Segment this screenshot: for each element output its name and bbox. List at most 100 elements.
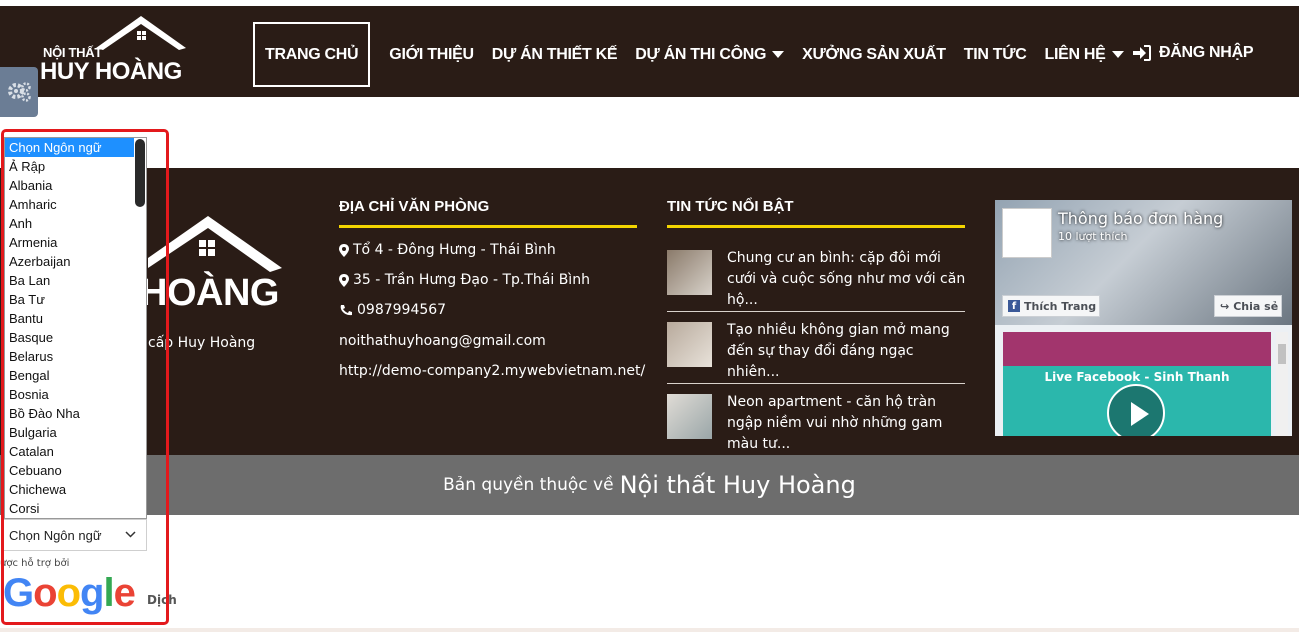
- google-logo[interactable]: Google: [3, 569, 136, 617]
- play-icon[interactable]: [1107, 384, 1165, 436]
- phone-line[interactable]: 0987994567: [339, 302, 446, 318]
- main-nav: TRANG CHỦ GIỚI THIỆU DỰ ÁN THIẾT KẾ DỰ Á…: [253, 22, 1142, 87]
- translate-link[interactable]: Dịch: [147, 593, 177, 607]
- language-option[interactable]: Belarus: [5, 347, 146, 366]
- nav-item-news[interactable]: TIN TỨC: [964, 46, 1027, 64]
- address-text: Tổ 4 - Đông Hưng - Thái Bình: [353, 242, 556, 258]
- nav-item-workshop[interactable]: XƯỞNG SẢN XUẤT: [802, 46, 946, 64]
- language-option[interactable]: Bulgaria: [5, 423, 146, 442]
- language-option[interactable]: Chọn Ngôn ngữ: [5, 138, 146, 157]
- website-line[interactable]: http://demo-company2.mywebvietnam.net/: [339, 363, 645, 379]
- facebook-share-button[interactable]: ↪ Chia sẻ: [1214, 295, 1282, 317]
- language-option[interactable]: Bosnia: [5, 385, 146, 404]
- language-option[interactable]: Albania: [5, 176, 146, 195]
- map-marker-icon: [339, 243, 349, 257]
- language-option[interactable]: Bantu: [5, 309, 146, 328]
- language-option[interactable]: Amharic: [5, 195, 146, 214]
- nav-item-design-projects[interactable]: DỰ ÁN THIẾT KẾ: [492, 46, 618, 64]
- website-text: http://demo-company2.mywebvietnam.net/: [339, 363, 646, 379]
- address-underline: [339, 225, 637, 228]
- language-list-scrollbar[interactable]: [134, 138, 146, 518]
- language-option[interactable]: Azerbaijan: [5, 252, 146, 271]
- language-option[interactable]: Bengal: [5, 366, 146, 385]
- address-text: 35 - Trần Hưng Đạo - Tp.Thái Bình: [353, 272, 590, 288]
- news-thumbnail[interactable]: [667, 322, 712, 367]
- news-item[interactable]: Tạo nhiều không gian mở mang đến sự thay…: [667, 322, 965, 383]
- share-label: Chia sẻ: [1233, 299, 1279, 313]
- address-title: ĐỊA CHỈ VĂN PHÒNG: [339, 198, 490, 215]
- copyright-bar: Bản quyền thuộc về Nội thất Huy Hoàng: [0, 455, 1299, 515]
- logo-big-text: HUY HOÀNG: [40, 58, 182, 85]
- nav-item-construction-projects[interactable]: DỰ ÁN THI CÔNG: [635, 46, 785, 64]
- nav-item-about[interactable]: GIỚI THIỆU: [389, 46, 474, 64]
- language-option[interactable]: Cebuano: [5, 461, 146, 480]
- like-label: Thích Trang: [1024, 299, 1097, 313]
- nav-item-contact[interactable]: LIÊN HỆ: [1044, 45, 1124, 64]
- news-separator: [667, 383, 965, 384]
- facebook-video[interactable]: Live Facebook - Sinh Thanh: [1003, 332, 1271, 436]
- news-text[interactable]: Neon apartment - căn hộ tràn ngập niềm v…: [727, 392, 967, 455]
- language-option[interactable]: Ả Rập: [5, 157, 146, 176]
- language-option[interactable]: Ba Tư: [5, 290, 146, 309]
- powered-by-text: ược hỗ trợ bởi: [0, 558, 70, 569]
- video-banner: [1003, 332, 1271, 366]
- news-text[interactable]: Chung cư an bình: cặp đôi mới cưới và cu…: [727, 248, 967, 311]
- language-option[interactable]: Bồ Đào Nha: [5, 404, 146, 423]
- news-title: TIN TỨC NỔI BẬT: [667, 198, 794, 215]
- language-option[interactable]: Ba Lan: [5, 271, 146, 290]
- facebook-like-button[interactable]: f Thích Trang: [1002, 295, 1100, 317]
- house-roof-icon: [148, 216, 282, 272]
- chevron-down-icon: [1111, 51, 1124, 58]
- copyright-company: Nội thất Huy Hoàng: [619, 471, 856, 499]
- facebook-like-count: 10 lượt thích: [1058, 230, 1128, 243]
- language-select-value: Chọn Ngôn ngữ: [9, 527, 102, 543]
- footer-logo-text: HOÀNG: [140, 272, 279, 314]
- video-title: Live Facebook - Sinh Thanh: [1044, 370, 1230, 384]
- map-marker-icon: [339, 273, 349, 287]
- email-text: noithathuyhoang@gmail.com: [339, 333, 546, 349]
- site-header: NỘI THẤT HUY HOÀNG TRANG CHỦ GIỚI THIỆU …: [0, 6, 1299, 97]
- scrollbar-thumb[interactable]: [135, 139, 145, 207]
- language-option[interactable]: Chichewa: [5, 480, 146, 499]
- nav-label: DỰ ÁN THIẾT KẾ: [491, 45, 618, 63]
- scrollbar-thumb[interactable]: [1278, 344, 1286, 364]
- login-label: ĐĂNG NHẬP: [1159, 44, 1254, 61]
- news-thumbnail[interactable]: [667, 250, 712, 295]
- news-text[interactable]: Tạo nhiều không gian mở mang đến sự thay…: [727, 320, 967, 383]
- language-select[interactable]: Chọn Ngôn ngữ: [3, 519, 147, 551]
- nav-label: TRANG CHỦ: [265, 45, 359, 63]
- site-logo[interactable]: NỘI THẤT HUY HOÀNG: [40, 16, 200, 88]
- footer-slogan: o cấp Huy Hoàng: [135, 335, 256, 351]
- bottom-border: [0, 628, 1299, 632]
- language-option[interactable]: Corsi: [5, 499, 146, 518]
- language-option[interactable]: Armenia: [5, 233, 146, 252]
- facebook-page-name[interactable]: Thông báo đơn hàng: [1058, 209, 1223, 228]
- email-line[interactable]: noithathuyhoang@gmail.com: [339, 333, 546, 349]
- address-line: 35 - Trần Hưng Đạo - Tp.Thái Bình: [339, 272, 590, 288]
- phone-icon: [340, 304, 352, 315]
- chevron-down-icon: [772, 51, 785, 58]
- news-underline: [667, 225, 965, 228]
- chevron-down-icon: [125, 531, 136, 538]
- nav-item-home[interactable]: TRANG CHỦ: [253, 22, 371, 87]
- nav-label: TIN TỨC: [963, 45, 1027, 63]
- facebook-page-plugin: Thông báo đơn hàng 10 lượt thích f Thích …: [995, 200, 1292, 436]
- nav-label: XƯỞNG SẢN XUẤT: [802, 45, 946, 63]
- address-line: Tổ 4 - Đông Hưng - Thái Bình: [339, 242, 556, 258]
- facebook-icon: f: [1008, 300, 1020, 312]
- language-option[interactable]: Anh: [5, 214, 146, 233]
- share-arrow-icon: ↪: [1220, 299, 1230, 313]
- nav-label: LIÊN HỆ: [1044, 45, 1106, 63]
- news-separator: [667, 311, 965, 312]
- login-link[interactable]: ĐĂNG NHẬP: [1133, 44, 1254, 62]
- news-thumbnail[interactable]: [667, 394, 712, 439]
- language-options-list[interactable]: Chọn Ngôn ngữ Ả Rập Albania Amharic Anh …: [4, 137, 147, 519]
- language-option[interactable]: Basque: [5, 328, 146, 347]
- facebook-page-avatar[interactable]: [1002, 208, 1052, 258]
- settings-tab[interactable]: [0, 67, 38, 117]
- news-item[interactable]: Neon apartment - căn hộ tràn ngập niềm v…: [667, 394, 965, 455]
- news-item[interactable]: Chung cư an bình: cặp đôi mới cưới và cu…: [667, 250, 965, 311]
- facebook-scrollbar[interactable]: [1276, 332, 1288, 436]
- sign-in-icon: [1133, 45, 1151, 61]
- language-option[interactable]: Catalan: [5, 442, 146, 461]
